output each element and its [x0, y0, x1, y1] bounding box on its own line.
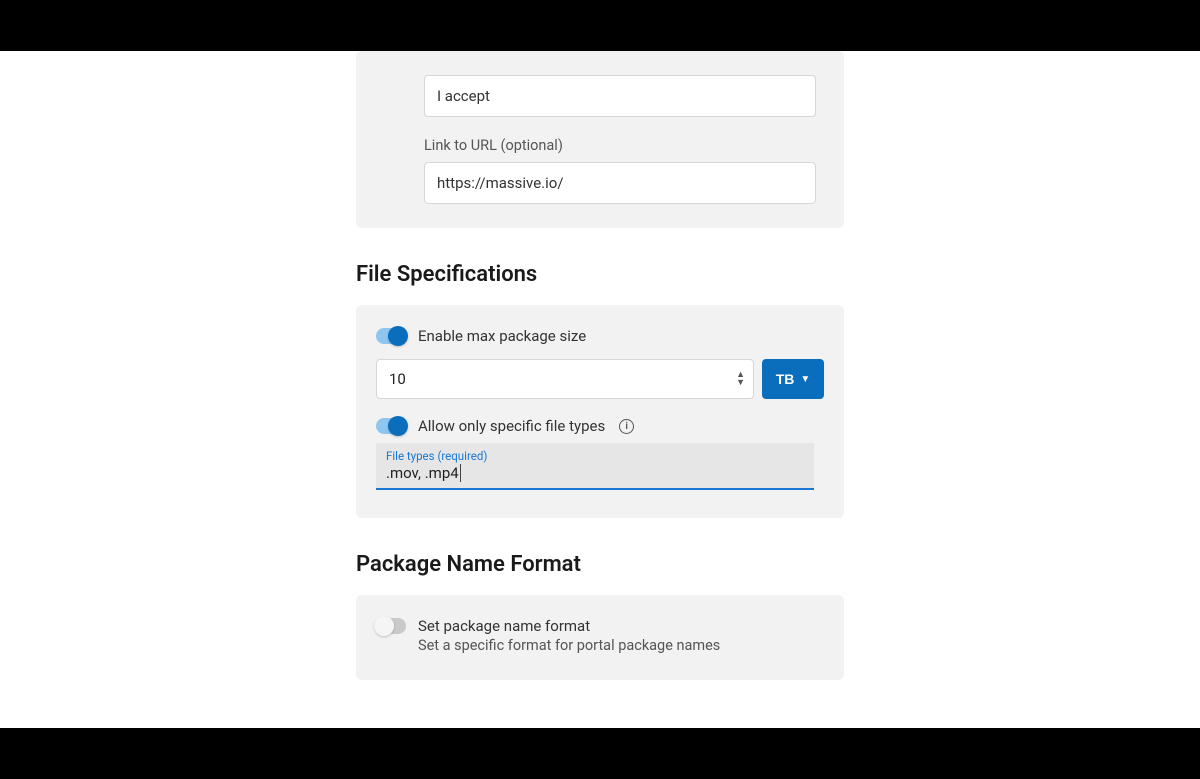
set-package-name-format-label: Set package name format: [418, 617, 590, 635]
link-url-label: Link to URL (optional): [424, 137, 824, 154]
file-types-value: .mov, .mp4: [386, 464, 461, 482]
window-bottombar: [0, 728, 1200, 779]
accept-text-input[interactable]: I accept: [424, 75, 816, 117]
caret-down-icon: ▼: [800, 374, 810, 385]
window-topbar: [0, 0, 1200, 51]
accept-text-value: I accept: [437, 87, 490, 105]
number-stepper[interactable]: ▲ ▼: [736, 371, 749, 387]
package-name-format-panel: Set package name format Set a specific f…: [356, 595, 844, 680]
link-url-value: https://massive.io/: [437, 174, 564, 192]
set-package-name-format-desc: Set a specific format for portal package…: [418, 637, 824, 654]
max-package-size-value: 10: [389, 370, 406, 388]
set-package-name-format-toggle[interactable]: [376, 618, 406, 634]
unit-select-label: TB: [776, 371, 795, 387]
stepper-down-icon[interactable]: ▼: [736, 379, 745, 387]
enable-max-package-size-toggle[interactable]: [376, 328, 406, 344]
package-name-format-title: Package Name Format: [356, 552, 844, 577]
file-specifications-panel: Enable max package size 10 ▲ ▼ TB ▼: [356, 305, 844, 518]
file-types-floating-label: File types (required): [386, 449, 804, 463]
info-icon[interactable]: i: [619, 419, 634, 434]
unit-select-button[interactable]: TB ▼: [762, 359, 824, 399]
enable-max-package-size-label: Enable max package size: [418, 327, 586, 345]
file-types-input[interactable]: File types (required) .mov, .mp4: [376, 443, 814, 490]
link-url-input[interactable]: https://massive.io/: [424, 162, 816, 204]
allow-specific-file-types-toggle[interactable]: [376, 418, 406, 434]
allow-specific-file-types-label: Allow only specific file types: [418, 417, 605, 435]
file-specifications-title: File Specifications: [356, 262, 844, 287]
max-package-size-input[interactable]: 10 ▲ ▼: [376, 359, 754, 399]
acceptance-panel: I accept Link to URL (optional) https://…: [356, 51, 844, 228]
content-area: I accept Link to URL (optional) https://…: [0, 51, 1200, 728]
